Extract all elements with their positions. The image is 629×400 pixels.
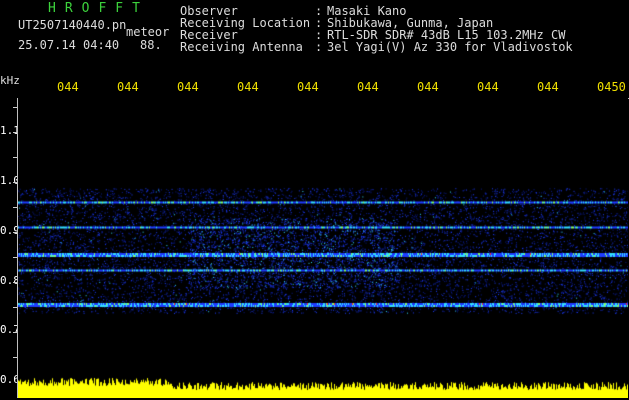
- x-tick-label: 044: [297, 80, 319, 94]
- y-tick-mark: [13, 232, 17, 233]
- x-tick-label: 044: [357, 80, 379, 94]
- y-axis-unit: kHz: [0, 74, 20, 87]
- detection-count: 88.: [140, 38, 162, 52]
- y-tick-mark: [13, 282, 17, 283]
- y-tick-mark: [13, 307, 17, 308]
- x-tick-label: 044: [57, 80, 79, 94]
- x-tick-label: 044: [537, 80, 559, 94]
- x-tick-label: 044: [117, 80, 139, 94]
- x-tick-label: 044: [177, 80, 199, 94]
- y-tick-mark: [13, 132, 17, 133]
- x-tick-label: 044: [237, 80, 259, 94]
- info-value-antenna: 3el Yagi(V) Az 330 for Vladivostok: [327, 40, 573, 54]
- y-tick-mark: [13, 207, 17, 208]
- y-tick-mark: [13, 107, 17, 108]
- mode-label: meteor: [126, 25, 170, 39]
- y-tick-mark: [13, 157, 17, 158]
- spectrogram-canvas: [18, 98, 628, 398]
- y-tick-mark: [13, 332, 17, 333]
- app-title: HROFFT: [48, 1, 149, 16]
- timestamp: 25.07.14 04:40: [18, 38, 120, 52]
- file-name: UT2507140440.pn: [18, 18, 127, 32]
- info-label-antenna: Receiving Antenna: [180, 40, 303, 54]
- y-tick-mark: [13, 257, 17, 258]
- info-separator: :: [315, 40, 323, 54]
- x-tick-label: 0450: [597, 80, 626, 94]
- y-tick-mark: [13, 357, 17, 358]
- x-tick-label: 044: [417, 80, 439, 94]
- y-tick-mark: [13, 182, 17, 183]
- x-tick-label: 044: [477, 80, 499, 94]
